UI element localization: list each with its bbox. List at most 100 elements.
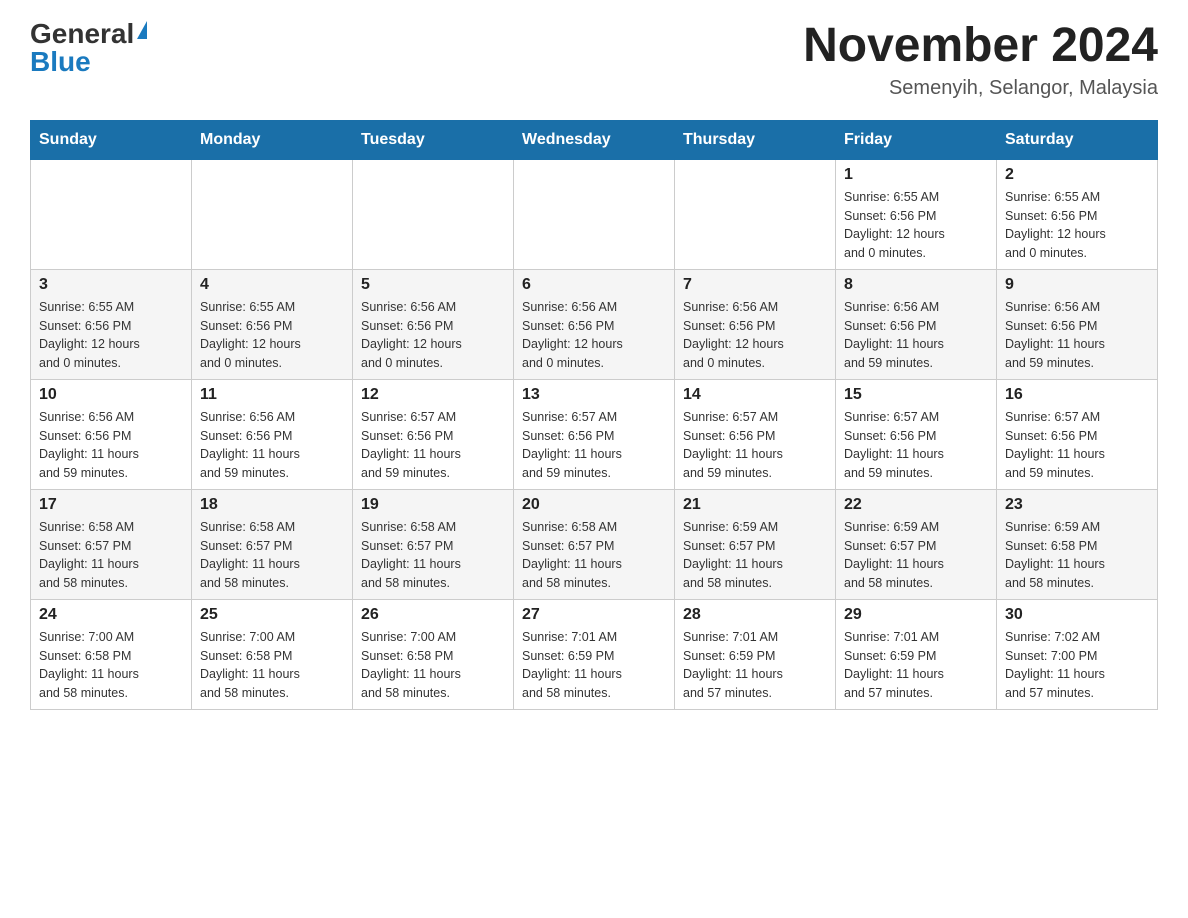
calendar-table: SundayMondayTuesdayWednesdayThursdayFrid… xyxy=(30,120,1158,710)
calendar-cell: 28Sunrise: 7:01 AM Sunset: 6:59 PM Dayli… xyxy=(675,599,836,709)
day-number: 16 xyxy=(1005,386,1149,404)
calendar-cell: 7 Sunrise: 6:56 AM Sunset: 6:56 PM Daylig… xyxy=(675,269,836,379)
day-info: Sunrise: 6:58 AM Sunset: 6:57 PM Dayligh… xyxy=(39,518,183,593)
day-number: 17 xyxy=(39,496,183,514)
day-number: 6 xyxy=(522,276,666,294)
day-number: 3 xyxy=(39,276,183,294)
day-info: Sunrise: 7:00 AM Sunset: 6:58 PM Dayligh… xyxy=(200,628,344,703)
day-info: Sunrise: 6:56 AM Sunset: 6:56 PM Dayligh… xyxy=(1005,298,1149,373)
day-number: 7 xyxy=(683,276,827,294)
calendar-cell: 23 Sunrise: 6:59 AM Sunset: 6:58 PM Dayli… xyxy=(997,489,1158,599)
logo-triangle-icon xyxy=(137,21,147,39)
day-number: 10 xyxy=(39,386,183,404)
calendar-cell: 24Sunrise: 7:00 AM Sunset: 6:58 PM Dayli… xyxy=(31,599,192,709)
calendar-cell: 8 Sunrise: 6:56 AM Sunset: 6:56 PM Daylig… xyxy=(836,269,997,379)
day-info: Sunrise: 6:56 AM Sunset: 6:56 PM Dayligh… xyxy=(39,408,183,483)
day-info: Sunrise: 6:55 AM Sunset: 6:56 PM Dayligh… xyxy=(39,298,183,373)
calendar-cell: 2 Sunrise: 6:55 AM Sunset: 6:56 PM Daylig… xyxy=(997,159,1158,269)
logo-blue-text: Blue xyxy=(30,48,91,76)
day-info: Sunrise: 6:55 AM Sunset: 6:56 PM Dayligh… xyxy=(844,188,988,263)
calendar-week-row: 17 Sunrise: 6:58 AM Sunset: 6:57 PM Dayli… xyxy=(31,489,1158,599)
calendar-cell: 27 Sunrise: 7:01 AM Sunset: 6:59 PM Dayli… xyxy=(514,599,675,709)
calendar-cell: 11 Sunrise: 6:56 AM Sunset: 6:56 PM Dayli… xyxy=(192,379,353,489)
calendar-cell: 14 Sunrise: 6:57 AM Sunset: 6:56 PM Dayli… xyxy=(675,379,836,489)
day-info: Sunrise: 6:57 AM Sunset: 6:56 PM Dayligh… xyxy=(522,408,666,483)
calendar-cell: 3 Sunrise: 6:55 AM Sunset: 6:56 PM Daylig… xyxy=(31,269,192,379)
month-title: November 2024 xyxy=(803,20,1158,73)
day-info: Sunrise: 6:56 AM Sunset: 6:56 PM Dayligh… xyxy=(844,298,988,373)
day-info: Sunrise: 6:58 AM Sunset: 6:57 PM Dayligh… xyxy=(200,518,344,593)
calendar-cell: 21Sunrise: 6:59 AM Sunset: 6:57 PM Dayli… xyxy=(675,489,836,599)
day-info: Sunrise: 6:58 AM Sunset: 6:57 PM Dayligh… xyxy=(522,518,666,593)
calendar-cell: 1Sunrise: 6:55 AM Sunset: 6:56 PM Daylig… xyxy=(836,159,997,269)
day-info: Sunrise: 6:59 AM Sunset: 6:57 PM Dayligh… xyxy=(683,518,827,593)
day-number: 9 xyxy=(1005,276,1149,294)
day-number: 5 xyxy=(361,276,505,294)
day-number: 2 xyxy=(1005,166,1149,184)
day-number: 26 xyxy=(361,606,505,624)
calendar-cell: 19 Sunrise: 6:58 AM Sunset: 6:57 PM Dayli… xyxy=(353,489,514,599)
calendar-day-header: Saturday xyxy=(997,120,1158,159)
day-info: Sunrise: 7:01 AM Sunset: 6:59 PM Dayligh… xyxy=(844,628,988,703)
calendar-cell: 5Sunrise: 6:56 AM Sunset: 6:56 PM Daylig… xyxy=(353,269,514,379)
day-number: 20 xyxy=(522,496,666,514)
location-text: Semenyih, Selangor, Malaysia xyxy=(803,77,1158,100)
day-info: Sunrise: 6:57 AM Sunset: 6:56 PM Dayligh… xyxy=(683,408,827,483)
calendar-cell xyxy=(675,159,836,269)
day-info: Sunrise: 7:01 AM Sunset: 6:59 PM Dayligh… xyxy=(522,628,666,703)
day-info: Sunrise: 6:56 AM Sunset: 6:56 PM Dayligh… xyxy=(522,298,666,373)
calendar-cell xyxy=(514,159,675,269)
calendar-day-header: Tuesday xyxy=(353,120,514,159)
day-info: Sunrise: 6:57 AM Sunset: 6:56 PM Dayligh… xyxy=(844,408,988,483)
calendar-week-row: 1Sunrise: 6:55 AM Sunset: 6:56 PM Daylig… xyxy=(31,159,1158,269)
calendar-cell: 26Sunrise: 7:00 AM Sunset: 6:58 PM Dayli… xyxy=(353,599,514,709)
day-number: 4 xyxy=(200,276,344,294)
calendar-week-row: 10 Sunrise: 6:56 AM Sunset: 6:56 PM Dayli… xyxy=(31,379,1158,489)
day-info: Sunrise: 6:57 AM Sunset: 6:56 PM Dayligh… xyxy=(361,408,505,483)
calendar-cell: 4Sunrise: 6:55 AM Sunset: 6:56 PM Daylig… xyxy=(192,269,353,379)
day-number: 18 xyxy=(200,496,344,514)
page-header: General Blue November 2024 Semenyih, Sel… xyxy=(30,20,1158,100)
day-info: Sunrise: 6:59 AM Sunset: 6:58 PM Dayligh… xyxy=(1005,518,1149,593)
calendar-week-row: 3 Sunrise: 6:55 AM Sunset: 6:56 PM Daylig… xyxy=(31,269,1158,379)
day-number: 27 xyxy=(522,606,666,624)
calendar-cell xyxy=(353,159,514,269)
calendar-cell: 16 Sunrise: 6:57 AM Sunset: 6:56 PM Dayli… xyxy=(997,379,1158,489)
day-number: 23 xyxy=(1005,496,1149,514)
day-info: Sunrise: 6:55 AM Sunset: 6:56 PM Dayligh… xyxy=(1005,188,1149,263)
calendar-cell: 20 Sunrise: 6:58 AM Sunset: 6:57 PM Dayli… xyxy=(514,489,675,599)
day-number: 12 xyxy=(361,386,505,404)
day-number: 11 xyxy=(200,386,344,404)
calendar-cell: 22 Sunrise: 6:59 AM Sunset: 6:57 PM Dayli… xyxy=(836,489,997,599)
day-number: 22 xyxy=(844,496,988,514)
calendar-cell xyxy=(192,159,353,269)
day-number: 30 xyxy=(1005,606,1149,624)
calendar-cell: 25Sunrise: 7:00 AM Sunset: 6:58 PM Dayli… xyxy=(192,599,353,709)
calendar-day-header: Friday xyxy=(836,120,997,159)
calendar-cell: 13Sunrise: 6:57 AM Sunset: 6:56 PM Dayli… xyxy=(514,379,675,489)
day-info: Sunrise: 6:58 AM Sunset: 6:57 PM Dayligh… xyxy=(361,518,505,593)
day-number: 8 xyxy=(844,276,988,294)
day-info: Sunrise: 7:02 AM Sunset: 7:00 PM Dayligh… xyxy=(1005,628,1149,703)
calendar-cell: 17 Sunrise: 6:58 AM Sunset: 6:57 PM Dayli… xyxy=(31,489,192,599)
calendar-header-row: SundayMondayTuesdayWednesdayThursdayFrid… xyxy=(31,120,1158,159)
logo: General Blue xyxy=(30,20,147,76)
day-info: Sunrise: 6:59 AM Sunset: 6:57 PM Dayligh… xyxy=(844,518,988,593)
calendar-cell: 6 Sunrise: 6:56 AM Sunset: 6:56 PM Daylig… xyxy=(514,269,675,379)
calendar-cell xyxy=(31,159,192,269)
day-number: 29 xyxy=(844,606,988,624)
calendar-day-header: Wednesday xyxy=(514,120,675,159)
day-info: Sunrise: 6:56 AM Sunset: 6:56 PM Dayligh… xyxy=(200,408,344,483)
day-info: Sunrise: 6:56 AM Sunset: 6:56 PM Dayligh… xyxy=(683,298,827,373)
day-info: Sunrise: 6:57 AM Sunset: 6:56 PM Dayligh… xyxy=(1005,408,1149,483)
title-area: November 2024 Semenyih, Selangor, Malays… xyxy=(803,20,1158,100)
day-number: 24 xyxy=(39,606,183,624)
day-number: 14 xyxy=(683,386,827,404)
calendar-cell: 15Sunrise: 6:57 AM Sunset: 6:56 PM Dayli… xyxy=(836,379,997,489)
calendar-cell: 10 Sunrise: 6:56 AM Sunset: 6:56 PM Dayli… xyxy=(31,379,192,489)
calendar-cell: 12 Sunrise: 6:57 AM Sunset: 6:56 PM Dayli… xyxy=(353,379,514,489)
calendar-day-header: Sunday xyxy=(31,120,192,159)
day-number: 19 xyxy=(361,496,505,514)
calendar-day-header: Thursday xyxy=(675,120,836,159)
calendar-week-row: 24 Sunrise: 7:00 AM Sunset: 6:58 PM Dayli… xyxy=(31,599,1158,709)
